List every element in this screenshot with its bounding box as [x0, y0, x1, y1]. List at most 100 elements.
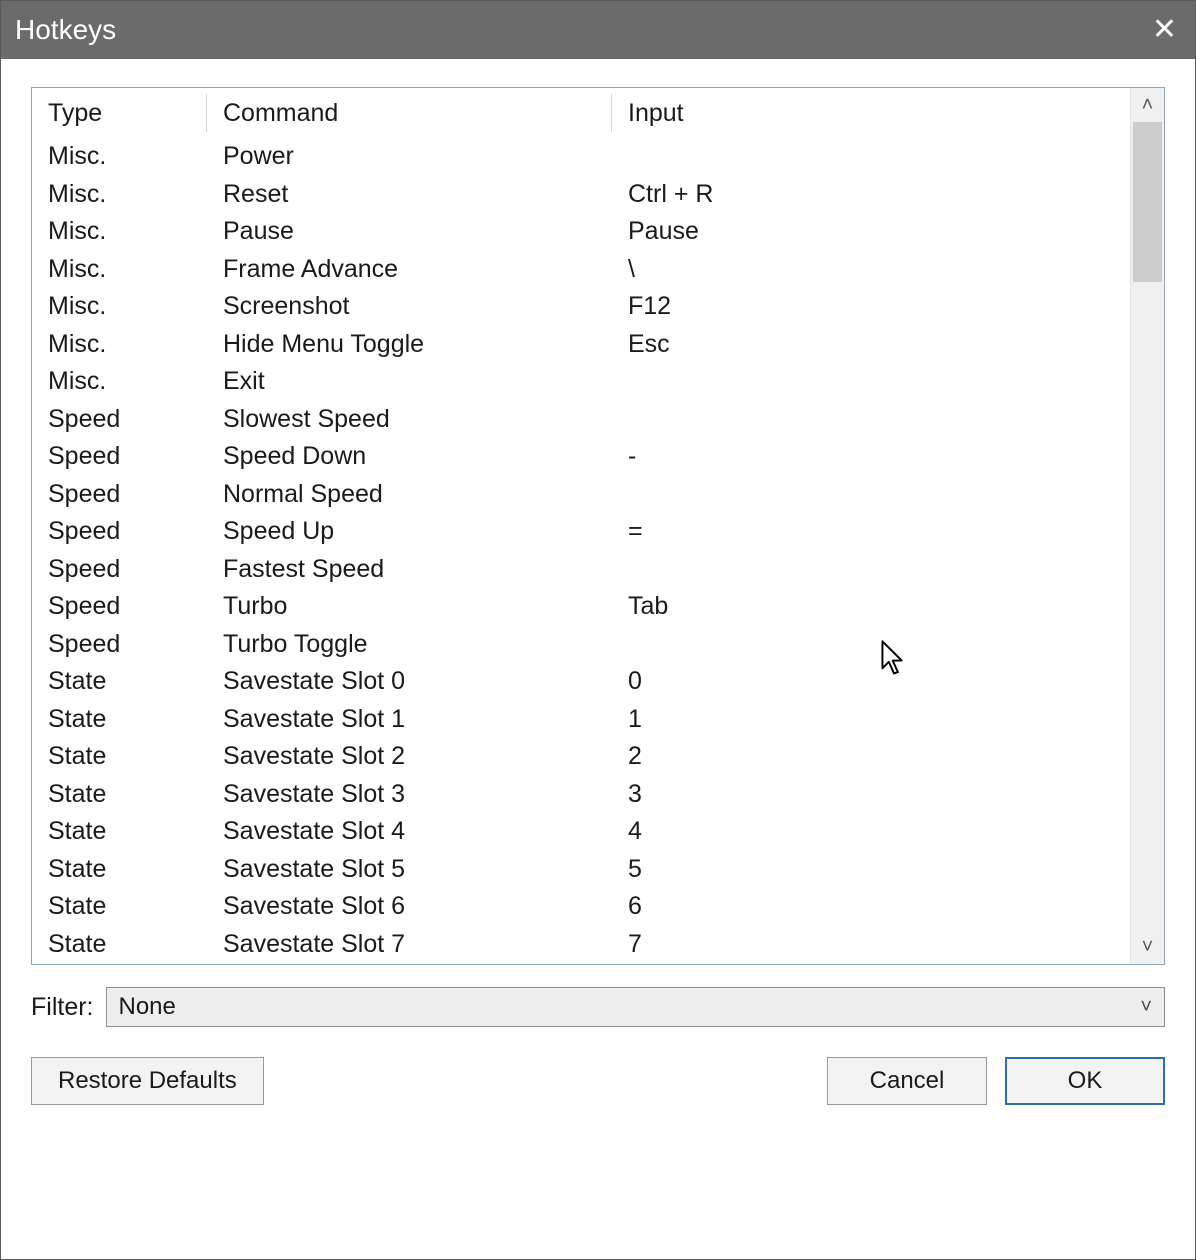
- cell-command: Reset: [207, 180, 612, 209]
- cell-command: Savestate Slot 1: [207, 705, 612, 734]
- hotkey-list: Type Command Input Misc.PowerMisc.ResetC…: [31, 87, 1165, 965]
- cell-input: 7: [612, 930, 1130, 959]
- table-row[interactable]: SpeedNormal Speed: [32, 476, 1130, 514]
- table-row[interactable]: SpeedSlowest Speed: [32, 401, 1130, 439]
- vertical-scrollbar[interactable]: ˄ ˅: [1130, 88, 1164, 964]
- cell-type: State: [32, 780, 207, 809]
- list-header: Type Command Input: [32, 88, 1130, 138]
- cell-command: Screenshot: [207, 292, 612, 321]
- cell-type: State: [32, 855, 207, 884]
- cell-input: Esc: [612, 330, 1130, 359]
- table-row[interactable]: SpeedTurboTab: [32, 588, 1130, 626]
- hotkeys-dialog: Hotkeys ✕ Type Command Input Misc.PowerM…: [0, 0, 1196, 1260]
- scroll-down-arrow-icon[interactable]: ˅: [1131, 930, 1164, 964]
- cell-command: Speed Up: [207, 517, 612, 546]
- cell-input: 5: [612, 855, 1130, 884]
- cell-type: Speed: [32, 517, 207, 546]
- cell-command: Power: [207, 142, 612, 171]
- cell-type: Misc.: [32, 180, 207, 209]
- filter-row: Filter: None ˅: [31, 987, 1165, 1027]
- cell-command: Frame Advance: [207, 255, 612, 284]
- col-header-command[interactable]: Command: [207, 88, 612, 138]
- titlebar[interactable]: Hotkeys ✕: [1, 1, 1195, 59]
- table-row[interactable]: Misc.PausePause: [32, 213, 1130, 251]
- cell-command: Savestate Slot 4: [207, 817, 612, 846]
- cell-type: Misc.: [32, 142, 207, 171]
- table-row[interactable]: SpeedFastest Speed: [32, 551, 1130, 589]
- cell-command: Speed Down: [207, 442, 612, 471]
- table-row[interactable]: SpeedTurbo Toggle: [32, 626, 1130, 664]
- filter-label: Filter:: [31, 993, 94, 1022]
- col-header-input[interactable]: Input: [612, 88, 1130, 138]
- cell-type: State: [32, 705, 207, 734]
- scroll-track[interactable]: [1131, 122, 1164, 930]
- table-row[interactable]: Misc.Hide Menu ToggleEsc: [32, 326, 1130, 364]
- cell-type: Speed: [32, 480, 207, 509]
- table-row[interactable]: StateSavestate Slot 77: [32, 926, 1130, 964]
- table-row[interactable]: StateSavestate Slot 44: [32, 813, 1130, 851]
- cell-type: Misc.: [32, 217, 207, 246]
- table-row[interactable]: SpeedSpeed Down-: [32, 438, 1130, 476]
- cell-input: -: [612, 442, 1130, 471]
- cell-command: Normal Speed: [207, 480, 612, 509]
- scroll-thumb[interactable]: [1133, 122, 1162, 282]
- scroll-up-arrow-icon[interactable]: ˄: [1131, 88, 1164, 122]
- cell-command: Savestate Slot 0: [207, 667, 612, 696]
- table-row[interactable]: StateSavestate Slot 00: [32, 663, 1130, 701]
- col-header-type[interactable]: Type: [32, 88, 207, 138]
- cell-type: State: [32, 892, 207, 921]
- cell-input: 6: [612, 892, 1130, 921]
- cell-type: Speed: [32, 442, 207, 471]
- cell-input: =: [612, 517, 1130, 546]
- filter-value: None: [119, 993, 176, 1021]
- cell-input: Ctrl + R: [612, 180, 1130, 209]
- cell-command: Turbo: [207, 592, 612, 621]
- window-title: Hotkeys: [15, 14, 116, 46]
- cell-type: Misc.: [32, 292, 207, 321]
- cell-command: Hide Menu Toggle: [207, 330, 612, 359]
- table-row[interactable]: StateSavestate Slot 55: [32, 851, 1130, 889]
- table-row[interactable]: Misc.ScreenshotF12: [32, 288, 1130, 326]
- cell-input: Tab: [612, 592, 1130, 621]
- cell-type: State: [32, 817, 207, 846]
- cell-command: Exit: [207, 367, 612, 396]
- table-row[interactable]: Misc.ResetCtrl + R: [32, 176, 1130, 214]
- table-row[interactable]: Misc.Exit: [32, 363, 1130, 401]
- cell-input: Pause: [612, 217, 1130, 246]
- table-row[interactable]: StateSavestate Slot 11: [32, 701, 1130, 739]
- cell-type: Misc.: [32, 330, 207, 359]
- cell-type: Speed: [32, 555, 207, 584]
- cell-type: Speed: [32, 630, 207, 659]
- filter-select[interactable]: None ˅: [106, 987, 1166, 1027]
- cell-input: 0: [612, 667, 1130, 696]
- ok-button[interactable]: OK: [1005, 1057, 1165, 1105]
- cell-command: Savestate Slot 5: [207, 855, 612, 884]
- cell-input: 4: [612, 817, 1130, 846]
- close-icon[interactable]: ✕: [1152, 15, 1177, 45]
- table-row[interactable]: Misc.Power: [32, 138, 1130, 176]
- cell-type: State: [32, 742, 207, 771]
- table-row[interactable]: StateSavestate Slot 33: [32, 776, 1130, 814]
- cell-type: Misc.: [32, 367, 207, 396]
- cell-type: Speed: [32, 592, 207, 621]
- table-row[interactable]: Misc.Frame Advance\: [32, 251, 1130, 289]
- table-row[interactable]: StateSavestate Slot 22: [32, 738, 1130, 776]
- list-rows: Misc.PowerMisc.ResetCtrl + RMisc.PausePa…: [32, 138, 1130, 963]
- button-row: Restore Defaults Cancel OK: [31, 1057, 1165, 1105]
- list-content: Type Command Input Misc.PowerMisc.ResetC…: [32, 88, 1130, 964]
- cell-command: Savestate Slot 2: [207, 742, 612, 771]
- restore-defaults-button[interactable]: Restore Defaults: [31, 1057, 264, 1105]
- cell-type: Misc.: [32, 255, 207, 284]
- table-row[interactable]: SpeedSpeed Up=: [32, 513, 1130, 551]
- cell-type: State: [32, 930, 207, 959]
- cancel-button[interactable]: Cancel: [827, 1057, 987, 1105]
- cell-input: 3: [612, 780, 1130, 809]
- cell-input: \: [612, 255, 1130, 284]
- cell-command: Savestate Slot 3: [207, 780, 612, 809]
- cell-input: 2: [612, 742, 1130, 771]
- table-row[interactable]: StateSavestate Slot 66: [32, 888, 1130, 926]
- cell-command: Savestate Slot 6: [207, 892, 612, 921]
- cell-command: Turbo Toggle: [207, 630, 612, 659]
- cell-input: F12: [612, 292, 1130, 321]
- chevron-down-icon: ˅: [1140, 996, 1152, 1019]
